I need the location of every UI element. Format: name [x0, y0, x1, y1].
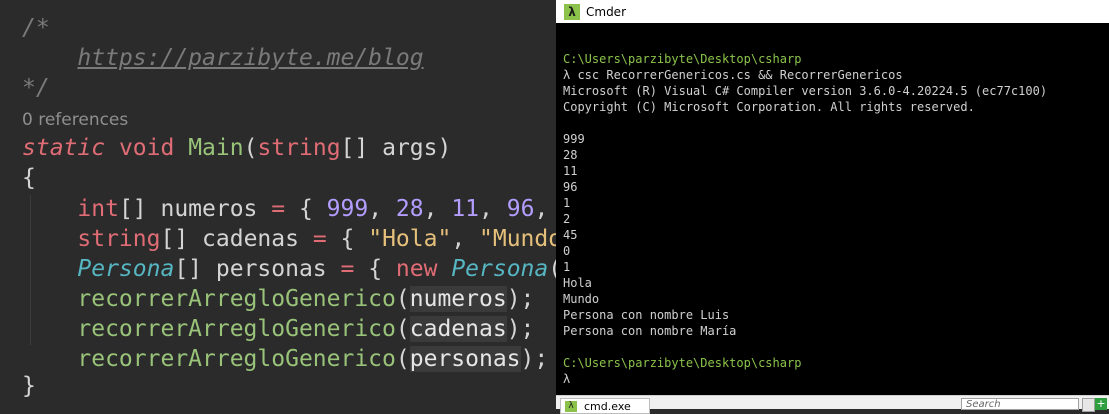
terminal-line: Copyright (C) Microsoft Corporation. All… [563, 100, 975, 114]
add-tab-button[interactable]: + [1095, 398, 1107, 410]
window-title: Cmder [586, 4, 627, 19]
code-line-call-numeros: recorrerArregloGenerico(numeros); [77, 286, 535, 312]
code-line-comment-close: */ [22, 75, 50, 101]
terminal-line: C:\Users\parzibyte\Desktop\csharp [563, 356, 802, 370]
terminal-line: 1 [563, 260, 571, 274]
console-taskbar: λ cmd.exe Search + [556, 395, 1109, 414]
terminal-prompt[interactable]: λ [563, 371, 570, 387]
terminal-line: Persona con nombre María [563, 324, 737, 338]
code-line-numeros: int[] numeros = { 999, 28, 11, 96, 1 [77, 196, 549, 222]
terminal-line: Mundo [563, 292, 600, 306]
terminal-line: 1 [563, 196, 571, 210]
search-icon[interactable] [1082, 398, 1095, 412]
tab-cmd-exe[interactable]: λ cmd.exe [560, 398, 650, 414]
cmder-window[interactable]: λ Cmder C:\Users\parzibyte\Desktop\cshar… [556, 0, 1109, 414]
terminal-line: Hola [563, 276, 592, 290]
cmder-lambda-icon: λ [564, 3, 580, 20]
code-line-brace-open: { [22, 165, 36, 191]
code-line-cadenas: string[] cadenas = { "Hola", "Mundo" [77, 226, 556, 252]
code-line-comment-open: /* [22, 15, 50, 41]
terminal-line: 96 [563, 180, 578, 194]
code-line-call-personas: recorrerArregloGenerico(personas); [77, 346, 549, 372]
search-input[interactable]: Search [961, 398, 1079, 410]
tab-label: cmd.exe [584, 399, 631, 413]
terminal-output[interactable]: C:\Users\parzibyte\Desktop\csharp λ csc … [556, 23, 1109, 395]
terminal-line: λ csc RecorrerGenericos.cs && RecorrerGe… [563, 68, 903, 82]
terminal-line: 2 [563, 212, 571, 226]
code-line-brace-close: } [22, 373, 36, 399]
blog-link[interactable]: https://parzibyte.me/blog [77, 45, 423, 71]
terminal-line: 999 [563, 132, 585, 146]
terminal-line: C:\Users\parzibyte\Desktop\csharp [563, 52, 802, 66]
code-line-main-signature: static void Main(string[] args) [22, 135, 452, 161]
cmder-lambda-icon: λ [565, 400, 577, 412]
code-line-call-cadenas: recorrerArregloGenerico(cadenas); [77, 316, 535, 342]
window-titlebar[interactable]: λ Cmder [556, 0, 1109, 23]
terminal-line: 45 [563, 228, 578, 242]
terminal-line: 11 [563, 164, 578, 178]
terminal-line: Persona con nombre Luis [563, 308, 730, 322]
code-line-comment-link: https://parzibyte.me/blog [22, 43, 423, 73]
codelens-references[interactable]: 0 references [22, 104, 128, 132]
terminal-line: 0 [563, 244, 571, 258]
code-editor[interactable]: /* https://parzibyte.me/blog */ 0 refere… [0, 0, 556, 408]
code-line-personas: Persona[] personas = { new Persona(' [77, 256, 556, 282]
terminal-line: Microsoft (R) Visual C# Compiler version… [563, 84, 1048, 98]
terminal-line: 28 [563, 148, 578, 162]
